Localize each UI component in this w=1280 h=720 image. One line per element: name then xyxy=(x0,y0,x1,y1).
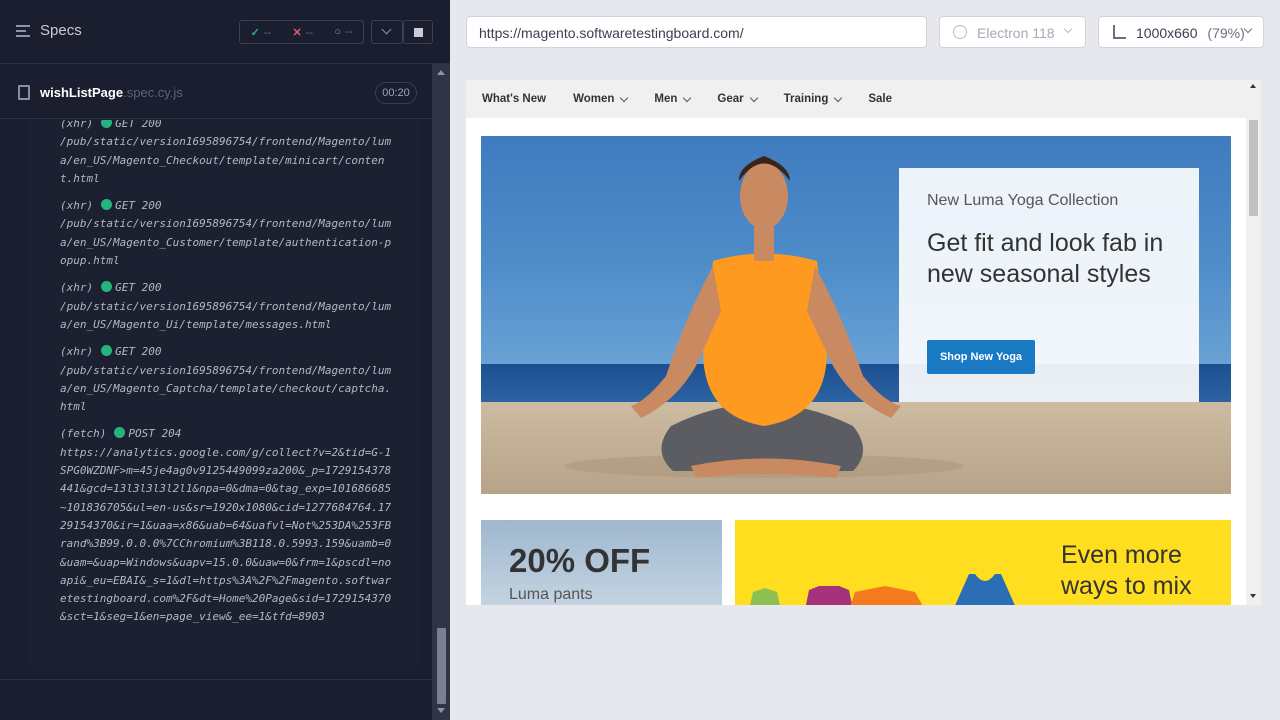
site-nav: What's New Women Men Gear Training Sale xyxy=(466,80,1246,118)
failed-count: -- xyxy=(305,26,314,39)
spec-title[interactable]: wishListPage.spec.cy.js xyxy=(40,85,183,100)
scroll-down-icon xyxy=(1250,594,1256,598)
log-entry[interactable]: (xhr) GET 200/pub/static/version169589675… xyxy=(60,279,395,334)
log-type: (xhr) xyxy=(60,120,94,130)
chevron-down-icon xyxy=(1243,24,1253,34)
chevron-down-icon xyxy=(620,93,629,102)
chevron-down-icon xyxy=(834,93,843,102)
log-method: GET 200 xyxy=(115,345,162,359)
scroll-up-icon xyxy=(437,70,445,75)
runner-topbar: Specs ✓ -- ✕ -- ○ -- xyxy=(0,0,450,64)
iframe-scroll-thumb[interactable] xyxy=(1249,120,1258,216)
promo-headline: Get fit and look fab in new seasonal sty… xyxy=(927,229,1164,288)
passed-count: -- xyxy=(263,26,272,39)
log-type: (xhr) xyxy=(60,281,94,295)
spec-name: wishListPage xyxy=(40,85,124,100)
nav-item[interactable]: Women xyxy=(573,93,629,105)
viewport-selector[interactable]: 1000x660 (79%) xyxy=(1098,16,1264,48)
iframe-scrollbar[interactable] xyxy=(1246,80,1261,605)
nav-label: Women xyxy=(573,93,615,105)
nav-label: Sale xyxy=(868,93,893,105)
viewport-size: 1000x660 xyxy=(1136,25,1198,41)
log-method: POST 204 xyxy=(128,427,182,441)
spec-header: wishListPage.spec.cy.js 00:20 xyxy=(0,65,432,119)
status-dot-icon xyxy=(101,281,113,293)
status-dot-icon xyxy=(101,120,113,128)
status-dot-icon xyxy=(101,345,113,357)
scroll-down-icon xyxy=(437,708,445,713)
test-stats: ✓ -- ✕ -- ○ -- xyxy=(239,20,364,44)
nav-item[interactable]: Training xyxy=(783,93,843,105)
spinner-icon: ○ xyxy=(334,26,341,38)
promo-eyebrow: New Luma Yoga Collection xyxy=(927,192,1119,209)
nav-label: Gear xyxy=(717,93,744,105)
x-icon: ✕ xyxy=(292,26,302,39)
command-log: (xhr) GET 200/pub/static/version169589675… xyxy=(30,120,418,666)
failed-stat: ✕ -- xyxy=(292,26,313,39)
electron-icon xyxy=(953,25,967,39)
mix-promo-text: Even more ways to mix xyxy=(1061,541,1192,600)
passed-stat: ✓ -- xyxy=(251,26,272,39)
spec-timer: 00:20 xyxy=(375,82,417,104)
log-entry[interactable]: (xhr) GET 200/pub/static/version169589675… xyxy=(60,197,395,270)
log-type: (fetch) xyxy=(60,427,107,441)
log-scrollbar[interactable] xyxy=(432,64,450,720)
nav-label: Men xyxy=(654,93,678,105)
runner-panel: Specs ✓ -- ✕ -- ○ -- wishListPage.spec.cy.j… xyxy=(0,0,450,720)
status-dot-icon xyxy=(114,427,126,439)
chevron-down-icon xyxy=(381,24,392,35)
nav-label: Training xyxy=(783,93,829,105)
aut-iframe: What's New Women Men Gear Training Sale New L… xyxy=(466,80,1261,605)
pending-count: -- xyxy=(344,26,353,38)
document-icon xyxy=(18,85,30,100)
ruler-icon xyxy=(1113,25,1126,39)
pants-promo-tile[interactable]: 20% OFF Luma pants xyxy=(481,520,722,605)
log-entry[interactable]: (fetch) POST 204 https://analytics.google.… xyxy=(60,425,395,626)
stop-button[interactable] xyxy=(403,20,433,44)
spec-ext: .spec.cy.js xyxy=(123,85,183,100)
log-method: GET 200 xyxy=(115,199,162,213)
mix-promo-tile[interactable]: Even more ways to mix xyxy=(735,520,1231,605)
discount-subtext: Luma pants xyxy=(509,586,593,603)
hero-banner[interactable]: New Luma Yoga Collection Get fit and loo… xyxy=(481,136,1231,494)
browser-selector[interactable]: Electron 118 xyxy=(939,16,1086,48)
nav-label: What's New xyxy=(482,93,547,105)
menu-icon xyxy=(16,24,32,38)
nav-item[interactable]: Men xyxy=(654,93,692,105)
scroll-up-icon xyxy=(1250,84,1256,88)
log-entry[interactable]: (xhr) GET 200/pub/static/version169589675… xyxy=(60,120,395,188)
nav-item[interactable]: Sale xyxy=(868,93,892,105)
log-url: https://analytics.google.com/g/collect?v… xyxy=(60,445,392,624)
viewport-zoom: (79%) xyxy=(1207,25,1245,41)
log-type: (xhr) xyxy=(60,345,94,359)
log-method: GET 200 xyxy=(115,281,162,295)
stop-icon xyxy=(414,28,423,37)
chevron-down-icon xyxy=(683,93,692,102)
nav-item[interactable]: What's New xyxy=(482,93,546,105)
url-bar[interactable]: https://magento.softwaretestingboard.com… xyxy=(466,16,927,48)
log-url: /pub/static/version1695896754/frontend/M… xyxy=(60,217,392,268)
chevron-down-icon xyxy=(749,93,758,102)
log-url: /pub/static/version1695896754/frontend/M… xyxy=(60,135,392,185)
pending-stat: ○ -- xyxy=(334,26,352,38)
check-icon: ✓ xyxy=(250,26,260,39)
status-dot-icon xyxy=(101,199,113,211)
specs-label: Specs xyxy=(40,22,82,39)
shop-new-yoga-button[interactable]: Shop New Yoga xyxy=(927,340,1035,374)
specs-toggle[interactable]: Specs xyxy=(16,22,82,39)
dropdown-button[interactable] xyxy=(371,20,403,44)
log-url: /pub/static/version1695896754/frontend/M… xyxy=(60,363,392,414)
promo-box: New Luma Yoga Collection Get fit and loo… xyxy=(899,168,1199,402)
tank-tops-image xyxy=(750,574,1015,605)
log-entry[interactable]: (xhr) GET 200/pub/static/version169589675… xyxy=(60,343,395,416)
log-method: GET 200 xyxy=(115,120,162,130)
nav-item[interactable]: Gear xyxy=(717,93,758,105)
log-type: (xhr) xyxy=(60,199,94,213)
log-url: /pub/static/version1695896754/frontend/M… xyxy=(60,299,392,331)
discount-text: 20% OFF xyxy=(509,542,651,579)
log-scroll-thumb[interactable] xyxy=(437,628,446,704)
browser-label: Electron 118 xyxy=(977,25,1055,41)
chevron-down-icon xyxy=(1063,24,1073,34)
